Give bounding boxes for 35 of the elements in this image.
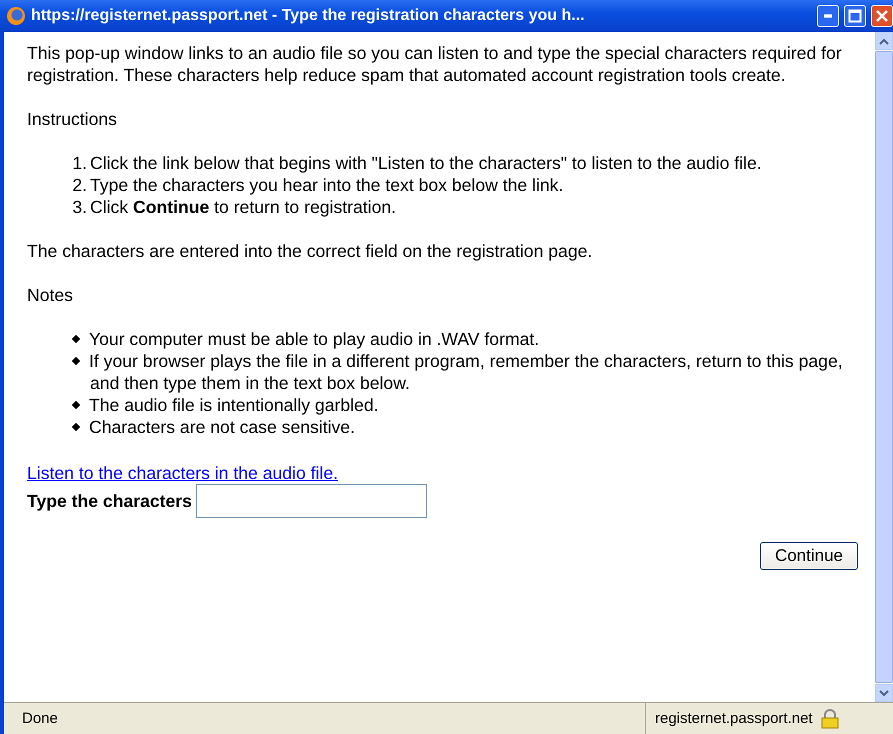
result-paragraph: The characters are entered into the correct field on the registration page. — [27, 240, 594, 262]
status-host: registernet.passport.net — [655, 708, 813, 728]
browser-icon — [6, 6, 26, 26]
close-icon — [875, 9, 889, 23]
section-heading: Instructions — [27, 108, 118, 130]
note-text: If your browser plays the file in a different program, remember the characters, return to this page, and then type them in the text box below. — [89, 351, 843, 393]
bullet-icon — [72, 356, 80, 366]
audio-link[interactable]: Listen to the characters in the audio file. — [27, 463, 338, 483]
step-number: 1. — [71, 152, 87, 174]
maximize-button[interactable] — [844, 5, 866, 27]
maximize-icon — [848, 9, 862, 23]
scrollbar[interactable] — [875, 32, 893, 702]
scroll-down-icon[interactable] — [879, 690, 889, 696]
note-text: Your computer must be able to play audio in .WAV format. — [89, 329, 540, 349]
intro-paragraph: This pop-up window links to an audio file so you can listen to and type the special characters required for registration. These characters help reduce spam that automated account registration tools create. — [27, 42, 843, 86]
step-text: Click Continue to return to registration. — [90, 196, 396, 218]
bullet-icon — [72, 422, 80, 432]
scroll-up-icon[interactable] — [879, 38, 889, 44]
minimize-icon — [824, 14, 832, 18]
close-button[interactable] — [871, 5, 893, 27]
note-text: The audio file is intentionally garbled. — [89, 395, 378, 415]
field-label: Type the characters — [27, 490, 192, 512]
step-text: Click the link below that begins with "Listen to the characters" to listen to the audio file. — [90, 152, 762, 174]
step-text: Type the characters you hear into the text box below the link. — [90, 174, 564, 196]
note-text: Characters are not case sensitive. — [89, 417, 355, 437]
continue-button[interactable]: Continue — [760, 542, 858, 570]
characters-field[interactable] — [196, 484, 427, 518]
bullet-icon — [72, 334, 80, 344]
step-number: 3. — [71, 196, 87, 218]
status-text: Done — [21, 708, 59, 728]
minimize-button[interactable] — [817, 5, 839, 27]
step-number: 2. — [71, 174, 87, 196]
window-title: https://registernet.passport.net - Type the registration characters you h... — [31, 6, 586, 26]
section-heading: Notes — [27, 284, 74, 306]
bullet-icon — [72, 400, 80, 410]
